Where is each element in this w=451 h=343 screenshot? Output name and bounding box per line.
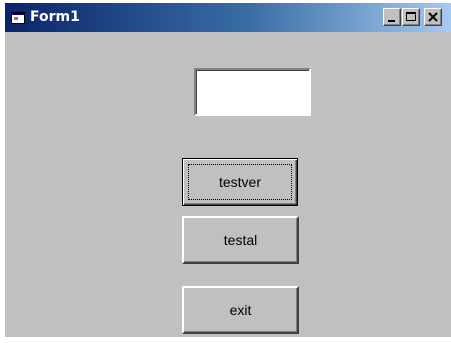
focus-indicator: testver: [188, 164, 292, 200]
testal-button[interactable]: testal: [182, 216, 299, 264]
window-title: Form1: [30, 9, 80, 25]
close-icon: [428, 12, 438, 22]
testver-button[interactable]: testver: [182, 158, 298, 206]
testver-button-label: testver: [218, 174, 261, 190]
exit-button[interactable]: exit: [182, 286, 299, 334]
title-bar[interactable]: Form1: [5, 3, 451, 32]
minimize-icon: [388, 20, 395, 22]
vb-form-icon[interactable]: [11, 11, 25, 24]
form-window: Form1 testver testal exit: [5, 3, 451, 337]
close-button[interactable]: [424, 8, 442, 26]
text-input[interactable]: [194, 68, 311, 116]
maximize-icon: [406, 12, 416, 21]
maximize-button[interactable]: [402, 8, 420, 26]
minimize-button[interactable]: [383, 8, 401, 26]
